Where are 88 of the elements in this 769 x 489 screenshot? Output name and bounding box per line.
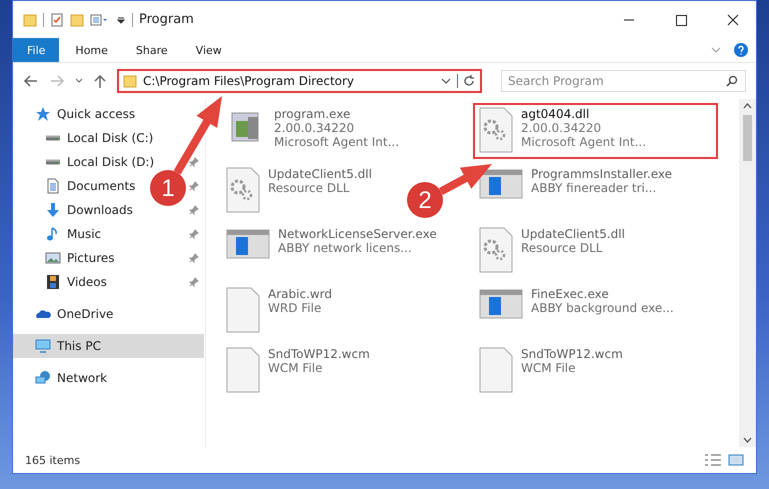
file-tile[interactable]: UpdateClient5.dll Resource DLL <box>220 163 378 219</box>
file-tile[interactable]: UpdateClient5.dll Resource DLL <box>473 223 631 279</box>
address-field[interactable]: C:\Program Files\Program Directory <box>117 69 482 93</box>
search-field[interactable]: Search Program <box>501 70 746 92</box>
refresh-icon[interactable] <box>457 74 476 88</box>
file-detail: 2.00.0.34220 <box>521 121 602 135</box>
ribbon-tab[interactable]: View <box>184 38 234 62</box>
pin-icon[interactable] <box>189 181 199 191</box>
sidebar-item[interactable]: OneDrive <box>35 302 118 326</box>
chevron-icon[interactable] <box>75 77 83 85</box>
file-name: UpdateClient5.dll <box>521 227 625 241</box>
file-name: Arabic.wrd <box>268 287 332 301</box>
help-icon[interactable] <box>734 43 748 57</box>
pin-icon[interactable] <box>189 205 199 215</box>
file-name: FineExec.exe <box>531 287 610 301</box>
file-name: SndToWP12.wcm <box>521 347 623 361</box>
file-tile[interactable]: FineExec.exe ABBY background exe... <box>473 283 680 339</box>
file-detail: Microsoft Agent Int... <box>274 135 400 149</box>
folder-icon <box>123 74 137 88</box>
sidebar-item[interactable]: Videos <box>45 270 111 294</box>
sidebar-item[interactable]: Pictures <box>45 246 119 270</box>
file-name: SndToWP12.wcm <box>268 347 370 361</box>
sidebar-item[interactable]: Documents <box>45 174 140 198</box>
pin-icon[interactable] <box>189 157 199 167</box>
sidebar-item[interactable]: Quick access <box>35 102 140 126</box>
file-name: UpdateClient5.dll <box>268 167 372 181</box>
checklist-icon[interactable] <box>50 12 64 26</box>
file-detail: ABBY background exe... <box>531 301 674 315</box>
file-tile[interactable]: agt0404.dll 2.00.0.34220 Microsoft Agent Int... <box>473 103 718 159</box>
pin-icon[interactable] <box>189 229 199 239</box>
application-icon <box>479 167 523 201</box>
application-icon <box>479 287 523 321</box>
blank-file-icon <box>226 287 260 333</box>
drive-icon <box>45 135 61 141</box>
sidebar-item[interactable]: Network <box>35 366 112 390</box>
file-detail: WCM File <box>521 361 576 375</box>
document-icon <box>45 178 61 194</box>
scrollbar-thumb[interactable] <box>743 115 752 161</box>
blank-file-icon <box>479 347 513 393</box>
file-name: NetworkLicenseServer.exe <box>278 227 437 241</box>
file-detail: Resource DLL <box>268 181 350 195</box>
details-view-icon[interactable] <box>704 453 722 467</box>
pictures-icon <box>45 250 61 266</box>
sidebar-item[interactable]: Music <box>45 222 106 246</box>
window-title: Program <box>139 12 194 27</box>
file-name: program.exe <box>274 107 352 121</box>
download-icon <box>45 202 61 218</box>
sidebar-item[interactable]: Local Disk (C:) <box>45 126 158 150</box>
sidebar-item[interactable]: This PC <box>13 334 204 358</box>
file-detail: WCM File <box>268 361 324 375</box>
pin-icon[interactable] <box>189 253 199 263</box>
file-name: ProgrammsInstaller.exe <box>531 167 672 181</box>
file-tile[interactable]: program.exe 2.00.0.34220 Microsoft Agent Int... <box>220 103 406 159</box>
ribbon-tab[interactable]: File <box>13 38 60 62</box>
back-icon[interactable] <box>23 74 39 88</box>
file-detail: Resource DLL <box>521 241 604 255</box>
file-detail: ABBY finereader tri... <box>531 181 658 195</box>
ribbon-tab[interactable]: Share <box>124 38 180 62</box>
up-icon[interactable] <box>93 73 107 89</box>
sidebar-item[interactable]: Local Disk (D:) <box>45 150 158 174</box>
file-detail: Microsoft Agent Int... <box>521 135 646 149</box>
gear-file-icon <box>226 167 260 213</box>
file-tile[interactable]: Arabic.wrd WRD File <box>220 283 338 339</box>
star-icon <box>35 106 51 122</box>
pin-icon[interactable] <box>189 277 199 287</box>
item-count: 165 items <box>25 454 80 466</box>
monitor-icon <box>35 338 51 354</box>
gear-file-icon <box>479 107 513 153</box>
file-detail: 2.00.0.34220 <box>274 121 356 135</box>
film-icon <box>45 274 61 290</box>
blank-file-icon <box>226 347 260 393</box>
drive-icon <box>45 159 61 165</box>
large-icons-view-icon[interactable] <box>728 453 744 467</box>
properties-icon[interactable] <box>90 12 110 26</box>
chevron-icon[interactable] <box>441 77 451 85</box>
address-text: C:\Program Files\Program Directory <box>143 74 356 88</box>
ribbon-tab[interactable]: Home <box>63 38 120 62</box>
file-detail: WRD File <box>268 301 322 315</box>
network-icon <box>35 370 51 386</box>
search-icon <box>726 75 738 87</box>
file-tile[interactable]: NetworkLicenseServer.exe ABBY network licens... <box>220 223 443 279</box>
file-name: agt0404.dll <box>521 107 590 121</box>
sidebar-item[interactable]: Downloads <box>45 198 137 222</box>
file-tile[interactable]: SndToWP12.wcm WCM File <box>220 343 376 399</box>
application-icon <box>226 227 270 261</box>
file-tile[interactable]: SndToWP12.wcm WCM File <box>473 343 629 399</box>
gear-file-icon <box>479 227 513 273</box>
file-detail: ABBY network licens... <box>278 241 413 255</box>
